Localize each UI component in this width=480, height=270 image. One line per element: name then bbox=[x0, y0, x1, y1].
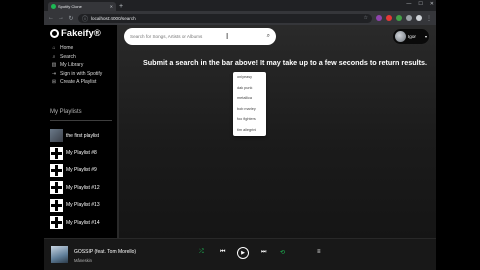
site-info-icon[interactable]: ⓘ bbox=[82, 14, 88, 23]
playlist-cover bbox=[50, 163, 63, 177]
suggestion-item[interactable]: foo fighters bbox=[233, 117, 266, 128]
sidebar-nav: ⌂ Home ⌕ Search ▥ My Library ⇥ Sign in w… bbox=[44, 42, 118, 87]
back-icon[interactable]: ← bbox=[48, 15, 54, 21]
browser-tab[interactable]: Spotify Clone ✕ bbox=[48, 2, 116, 11]
app-name: Fakeify® bbox=[61, 28, 101, 39]
chevron-down-icon: ▾ bbox=[424, 34, 427, 39]
reload-icon[interactable]: ↻ bbox=[68, 15, 74, 22]
extension-icon[interactable] bbox=[386, 15, 392, 21]
maximize-icon[interactable]: ☐ bbox=[418, 0, 422, 9]
browser-window: Spotify Clone ✕ + — ☐ ✕ ← → ↻ ⓘ localhos… bbox=[44, 0, 436, 270]
browser-toolbar: ← → ↻ ⓘ localhost:4000/search ☆ ⋮ bbox=[44, 11, 436, 25]
sidebar-item-label: Home bbox=[60, 45, 74, 52]
player-bar: GOSSIP (feat. Tom Morello) Måneskin ⤮ ⏮ … bbox=[44, 238, 436, 270]
playlist-label: My Playlist #9 bbox=[66, 167, 97, 174]
suggestion-item[interactable]: dak punk bbox=[233, 86, 266, 97]
play-button[interactable]: ▶ bbox=[237, 247, 249, 259]
search-suggestions: onlyeasy dak punk metallica bob marley f… bbox=[233, 72, 266, 136]
bookmark-star-icon[interactable]: ☆ bbox=[364, 15, 368, 21]
login-icon: ⇥ bbox=[51, 70, 57, 77]
minimize-icon[interactable]: — bbox=[406, 0, 411, 9]
playlist-cover bbox=[50, 181, 63, 195]
logo-icon bbox=[50, 29, 59, 38]
search-hint: Submit a search in the bar above! It may… bbox=[143, 58, 427, 67]
playlist-cover bbox=[50, 216, 63, 230]
playlist-label: My Playlist #8 bbox=[66, 150, 97, 157]
previous-track-icon[interactable]: ⏮ bbox=[220, 249, 225, 256]
playlist-item[interactable]: My Playlist #9 bbox=[50, 162, 100, 179]
sidebar-item-label: Search bbox=[60, 53, 76, 60]
browser-tab-strip: Spotify Clone ✕ + — ☐ ✕ bbox=[44, 0, 436, 11]
sidebar-item-sign-in[interactable]: ⇥ Sign in with Spotify bbox=[51, 70, 118, 79]
sidebar-divider bbox=[50, 120, 112, 121]
address-bar[interactable]: ⓘ localhost:4000/search ☆ bbox=[78, 13, 372, 23]
track-artist[interactable]: Måneskin bbox=[74, 258, 92, 263]
shuffle-icon[interactable]: ⤮ bbox=[199, 249, 204, 256]
sidebar-item-label: Create A Playlist bbox=[60, 79, 97, 86]
home-icon: ⌂ bbox=[52, 45, 56, 52]
search-icon: ⌕ bbox=[52, 53, 56, 60]
search-bar[interactable]: I ⌕ bbox=[124, 28, 276, 45]
playlist-label: My Playlist #13 bbox=[66, 202, 100, 209]
playlist-cover bbox=[50, 146, 63, 160]
tab-title: Spotify Clone bbox=[58, 4, 82, 9]
playlist-label: the first playlist bbox=[66, 132, 100, 139]
app-logo[interactable]: Fakeify® bbox=[44, 25, 118, 42]
playlist-item[interactable]: My Playlist #12 bbox=[50, 179, 100, 196]
text-cursor-icon: I bbox=[226, 32, 229, 41]
playlist-list: the first playlist My Playlist #8 My Pla… bbox=[50, 127, 100, 231]
url-text: localhost:4000/search bbox=[91, 15, 136, 21]
sidebar-item-label: Sign in with Spotify bbox=[60, 70, 103, 77]
suggestion-item[interactable]: metallica bbox=[233, 96, 266, 107]
suggestion-item[interactable]: tim allegrini bbox=[233, 128, 266, 139]
repeat-icon[interactable]: ⟲ bbox=[280, 249, 285, 256]
track-title[interactable]: GOSSIP (feat. Tom Morello) bbox=[74, 249, 136, 255]
tab-favicon-icon bbox=[51, 4, 56, 9]
queue-icon[interactable]: ≡ bbox=[317, 249, 321, 255]
library-icon: ▥ bbox=[51, 62, 57, 69]
sidebar-item-create-playlist[interactable]: ⊞ Create A Playlist bbox=[51, 78, 118, 87]
sidebar-item-library[interactable]: ▥ My Library bbox=[51, 61, 118, 70]
user-menu[interactable]: Igor ▾ bbox=[393, 29, 429, 44]
playlist-item[interactable]: the first playlist bbox=[50, 127, 100, 144]
playlist-item[interactable]: My Playlist #8 bbox=[50, 144, 100, 161]
new-tab-button[interactable]: + bbox=[119, 2, 123, 11]
search-icon[interactable]: ⌕ bbox=[267, 33, 270, 40]
playlist-label: My Playlist #14 bbox=[66, 219, 100, 226]
menu-kebab-icon[interactable]: ⋮ bbox=[426, 15, 432, 22]
sidebar-item-home[interactable]: ⌂ Home bbox=[51, 44, 118, 53]
playlist-item[interactable]: My Playlist #13 bbox=[50, 197, 100, 214]
close-window-icon[interactable]: ✕ bbox=[430, 0, 434, 9]
next-track-icon[interactable]: ⏭ bbox=[261, 249, 266, 256]
sidebar: Fakeify® ⌂ Home ⌕ Search ▥ My Library ⇥ … bbox=[44, 25, 119, 238]
suggestion-item[interactable]: onlyeasy bbox=[233, 75, 266, 86]
playlist-item[interactable]: My Playlist #14 bbox=[50, 214, 100, 231]
user-name: Igor bbox=[408, 34, 416, 39]
puzzle-icon[interactable] bbox=[406, 15, 412, 21]
playlist-label: My Playlist #12 bbox=[66, 184, 100, 191]
suggestion-item[interactable]: bob marley bbox=[233, 107, 266, 118]
extension-icon[interactable] bbox=[396, 15, 402, 21]
main-content: I ⌕ Igor ▾ Submit a search in the bar ab… bbox=[119, 25, 436, 238]
playlist-cover bbox=[50, 198, 63, 212]
playlists-heading: My Playlists bbox=[50, 109, 82, 115]
avatar bbox=[395, 31, 406, 42]
album-cover bbox=[51, 246, 68, 263]
extension-icon[interactable] bbox=[376, 15, 382, 21]
close-tab-icon[interactable]: ✕ bbox=[110, 4, 113, 9]
sidebar-item-label: My Library bbox=[60, 62, 84, 69]
playlist-cover bbox=[50, 129, 63, 143]
forward-icon[interactable]: → bbox=[58, 15, 64, 21]
profile-avatar-icon[interactable] bbox=[416, 15, 422, 21]
plus-icon: ⊞ bbox=[51, 79, 57, 86]
window-controls: — ☐ ✕ bbox=[406, 0, 434, 9]
search-input[interactable] bbox=[130, 34, 267, 39]
app-page: Fakeify® ⌂ Home ⌕ Search ▥ My Library ⇥ … bbox=[44, 25, 436, 238]
sidebar-item-search[interactable]: ⌕ Search bbox=[51, 53, 118, 62]
